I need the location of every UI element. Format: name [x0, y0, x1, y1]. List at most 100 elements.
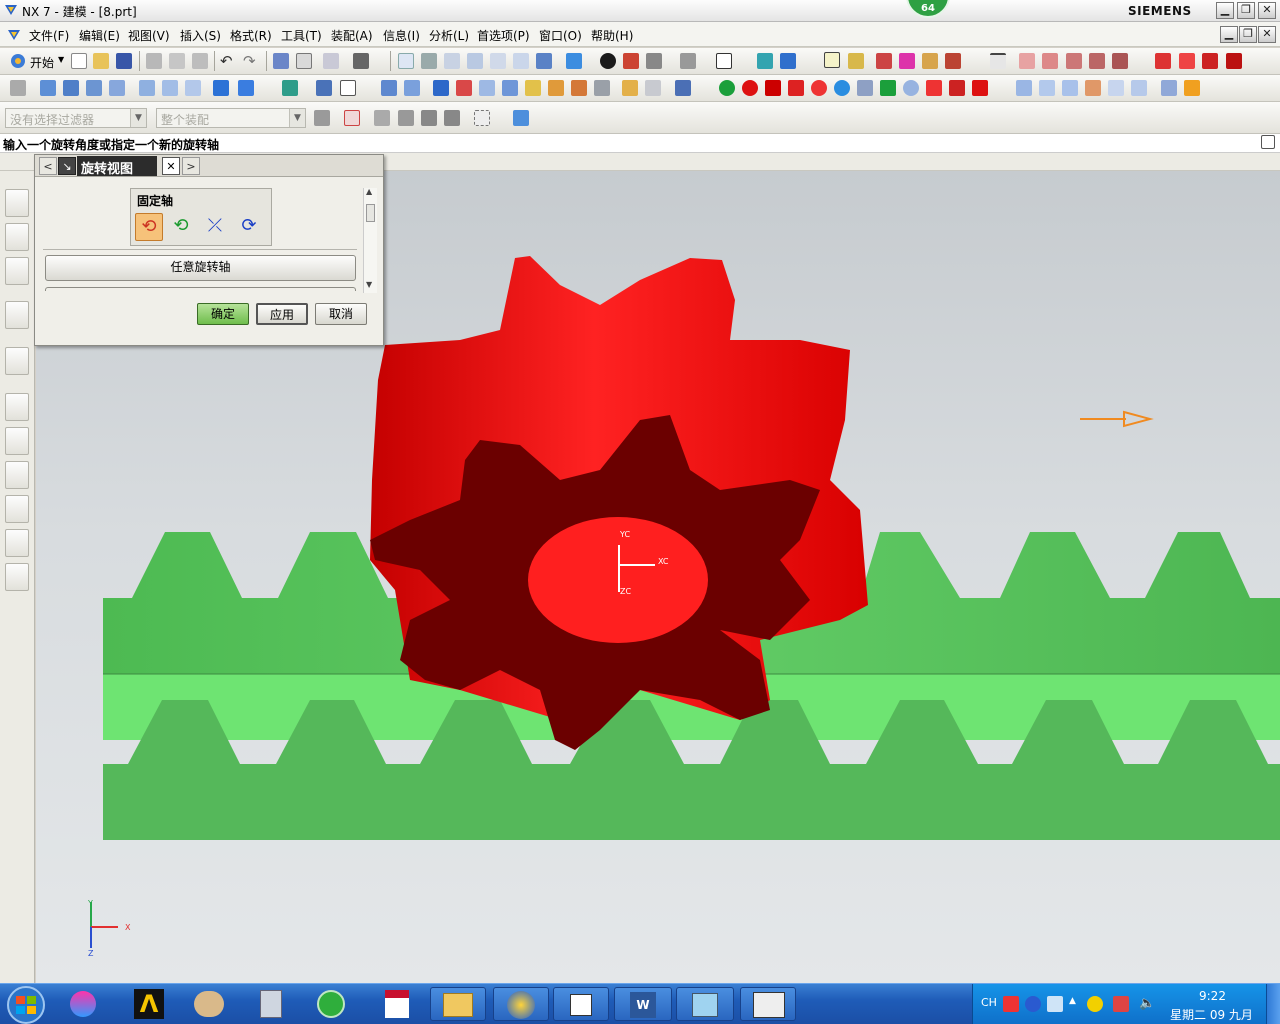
- orient-view-icon[interactable]: [566, 53, 582, 69]
- chevron-down-icon[interactable]: ▼: [130, 109, 146, 127]
- constrain-face-icon[interactable]: [926, 80, 942, 96]
- revolve-icon[interactable]: [86, 80, 102, 96]
- taskbar-explorer-icon[interactable]: [430, 987, 486, 1021]
- taskbar-paint-icon[interactable]: [184, 987, 236, 1021]
- taskbar-viewer-button[interactable]: [676, 987, 734, 1021]
- component-icon[interactable]: [780, 53, 796, 69]
- taskbar-word-button[interactable]: W: [614, 987, 672, 1021]
- datum-axis-icon[interactable]: [645, 80, 661, 96]
- taskbar-ggg-button[interactable]: [740, 987, 796, 1021]
- zoom-in-out-icon[interactable]: [467, 53, 483, 69]
- cylinder-icon[interactable]: [238, 80, 254, 96]
- constraint-navigator-tab[interactable]: [5, 223, 29, 251]
- shaded-icon[interactable]: [623, 53, 639, 69]
- add-icon[interactable]: [1087, 996, 1103, 1012]
- menu-tools[interactable]: 工具(T): [281, 27, 322, 44]
- perspective-icon[interactable]: [536, 53, 552, 69]
- intersect-icon[interactable]: [340, 80, 356, 96]
- wireframe-icon[interactable]: [646, 53, 662, 69]
- dialog-close-button[interactable]: ✕: [162, 157, 180, 175]
- clock-date[interactable]: 星期二 09 九月: [1170, 1006, 1253, 1023]
- part-navigator-tab[interactable]: [5, 257, 29, 285]
- whole-assembly-icon[interactable]: [513, 110, 529, 126]
- part-navigator-icon[interactable]: [10, 80, 26, 96]
- unite-icon[interactable]: [282, 80, 298, 96]
- menu-preferences[interactable]: 首选项(P): [477, 27, 530, 44]
- subtract-icon[interactable]: [316, 80, 332, 96]
- taskbar-nx-button[interactable]: [493, 987, 549, 1021]
- edge-blend-icon[interactable]: [381, 80, 397, 96]
- pocket-icon[interactable]: [185, 80, 201, 96]
- paste-icon[interactable]: [192, 53, 208, 69]
- reuse-library-tab[interactable]: [5, 301, 29, 329]
- chevron-down-icon[interactable]: ▼: [289, 109, 305, 127]
- face-icon[interactable]: [742, 80, 758, 96]
- nav-forward-button[interactable]: >: [182, 157, 200, 175]
- menu-information[interactable]: 信息(I): [383, 27, 420, 44]
- extrude-icon[interactable]: [63, 80, 79, 96]
- line-icon[interactable]: [1155, 53, 1171, 69]
- expression-icon[interactable]: [273, 53, 289, 69]
- taskbar-autocad-icon[interactable]: Λ: [124, 987, 176, 1021]
- layer-icon[interactable]: [296, 53, 312, 69]
- web-browser-tab[interactable]: [5, 347, 29, 375]
- surface-icon[interactable]: [1016, 80, 1032, 96]
- thread-icon[interactable]: [571, 80, 587, 96]
- ok-button[interactable]: 确定: [197, 303, 249, 325]
- resize-blend-icon[interactable]: [788, 80, 804, 96]
- split-body-icon[interactable]: [502, 80, 518, 96]
- color-icon[interactable]: [716, 53, 732, 69]
- background-icon[interactable]: [680, 53, 696, 69]
- snap-point-icon[interactable]: [848, 53, 864, 69]
- doc-restore-button[interactable]: ❐: [1239, 26, 1257, 43]
- bounded-plane-icon[interactable]: [1085, 80, 1101, 96]
- rectangle-select-icon[interactable]: [474, 110, 490, 126]
- feature-select-icon[interactable]: [398, 110, 414, 126]
- restore-button[interactable]: ❐: [1237, 2, 1255, 19]
- shell-icon[interactable]: [433, 80, 449, 96]
- doc-minimize-button[interactable]: ▁: [1220, 26, 1238, 43]
- close-window-button[interactable]: ✕: [1258, 2, 1276, 19]
- nav-back-button[interactable]: <: [39, 157, 57, 175]
- taskbar-folder-button[interactable]: [553, 987, 609, 1021]
- zoom-window-icon[interactable]: [421, 53, 437, 69]
- sweep-icon[interactable]: [109, 80, 125, 96]
- minimize-button[interactable]: ▁: [1216, 2, 1234, 19]
- arrow-icon[interactable]: [374, 110, 390, 126]
- z-axis-rotate-icon[interactable]: ⤫: [201, 213, 229, 241]
- mirror-icon[interactable]: [525, 80, 541, 96]
- fit-view-icon[interactable]: [398, 53, 414, 69]
- draft-icon[interactable]: [456, 80, 472, 96]
- reset-icon[interactable]: ↘: [58, 157, 76, 175]
- assembly-nav-icon[interactable]: [757, 53, 773, 69]
- menu-help[interactable]: 帮助(H): [591, 27, 633, 44]
- curve-icon[interactable]: [990, 53, 1006, 69]
- menu-file[interactable]: 文件(F): [29, 27, 69, 44]
- menu-insert[interactable]: 插入(S): [180, 27, 221, 44]
- undo-icon[interactable]: ↶: [220, 52, 233, 70]
- zoom-icon[interactable]: [444, 53, 460, 69]
- scroll-down-icon[interactable]: ▼: [366, 280, 372, 289]
- edge-select-icon[interactable]: [444, 110, 460, 126]
- sketch-icon[interactable]: [1226, 53, 1242, 69]
- edge-icon[interactable]: [1019, 53, 1035, 69]
- boss-icon[interactable]: [162, 80, 178, 96]
- taskbar-browser-icon[interactable]: [306, 987, 358, 1021]
- redo-icon[interactable]: ↷: [243, 52, 256, 70]
- taskbar-pdf-icon[interactable]: [372, 987, 424, 1021]
- open-file-icon[interactable]: [93, 53, 109, 69]
- arbitrary-axis-button[interactable]: 任意旋转轴: [45, 255, 356, 281]
- offset-face-icon[interactable]: [594, 80, 610, 96]
- measure-angle-icon[interactable]: [899, 53, 915, 69]
- taskbar-calculator-icon[interactable]: [246, 987, 298, 1021]
- paste-face-icon[interactable]: [880, 80, 896, 96]
- cancel-button[interactable]: 取消: [315, 303, 367, 325]
- type-filter-combo[interactable]: 没有选择过滤器 ▼: [5, 108, 147, 128]
- pan-icon[interactable]: [513, 53, 529, 69]
- start-button[interactable]: 开始: [30, 54, 54, 71]
- datum-plane-icon[interactable]: [622, 80, 638, 96]
- nx-menu-icon[interactable]: [6, 27, 22, 43]
- thicken-icon[interactable]: [1161, 80, 1177, 96]
- measure-body-icon[interactable]: [922, 53, 938, 69]
- gear-icon[interactable]: [903, 80, 919, 96]
